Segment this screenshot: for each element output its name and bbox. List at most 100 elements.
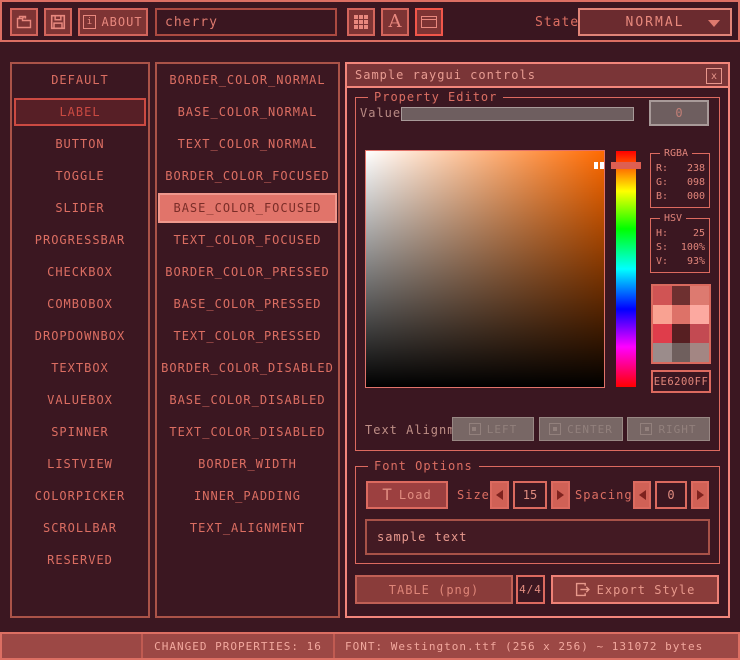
- property-item-border_color_normal[interactable]: BORDER_COLOR_NORMAL: [157, 64, 338, 96]
- color-swatch[interactable]: [672, 286, 691, 305]
- style-name-input[interactable]: [155, 8, 337, 36]
- load-font-button[interactable]: T Load: [366, 481, 448, 509]
- font-options-group: Font Options T Load Size: 15 Spacing: 0: [355, 466, 720, 564]
- color-swatch[interactable]: [653, 286, 672, 305]
- spacing-decrement-button[interactable]: [633, 481, 651, 509]
- align-right-button[interactable]: RIGHT: [627, 417, 710, 441]
- align-left-icon: [469, 423, 481, 435]
- value-box[interactable]: 0: [649, 100, 709, 126]
- arrow-left-icon: [639, 490, 646, 500]
- property-item-text_color_focused[interactable]: TEXT_COLOR_FOCUSED: [157, 224, 338, 256]
- property-item-text_alignment[interactable]: TEXT_ALIGNMENT: [157, 512, 338, 544]
- control-item-default[interactable]: DEFAULT: [12, 64, 148, 96]
- color-swatch[interactable]: [653, 305, 672, 324]
- align-right-icon: [640, 423, 652, 435]
- property-item-text_color_normal[interactable]: TEXT_COLOR_NORMAL: [157, 128, 338, 160]
- sample-text-input[interactable]: [365, 519, 710, 555]
- table-png-button[interactable]: TABLE (png): [355, 575, 513, 604]
- style-table-view-button[interactable]: [347, 8, 375, 36]
- color-swatch[interactable]: [653, 343, 672, 362]
- state-dropdown[interactable]: NORMAL: [578, 8, 732, 36]
- info-icon: i: [83, 15, 96, 29]
- sample-controls-window: Sample raygui controls x Property Editor…: [345, 62, 730, 618]
- color-swatch[interactable]: [672, 324, 691, 343]
- toolbar: i ABOUT A State: NORMAL: [0, 0, 740, 42]
- export-style-button[interactable]: Export Style: [551, 575, 719, 604]
- control-item-label[interactable]: LABEL: [14, 98, 146, 126]
- font-view-button[interactable]: A: [381, 8, 409, 36]
- spacing-label: Spacing:: [575, 488, 641, 502]
- arrow-right-icon: [697, 490, 704, 500]
- size-increment-button[interactable]: [551, 481, 570, 509]
- control-item-textbox[interactable]: TEXTBOX: [12, 352, 148, 384]
- rgba-b-row: B:000: [656, 191, 705, 202]
- about-button[interactable]: i ABOUT: [78, 8, 148, 36]
- chevron-down-icon: [708, 20, 720, 27]
- property-item-text_color_pressed[interactable]: TEXT_COLOR_PRESSED: [157, 320, 338, 352]
- color-swatch[interactable]: [653, 324, 672, 343]
- color-swatch[interactable]: [672, 305, 691, 324]
- save-style-button[interactable]: [44, 8, 72, 36]
- control-item-reserved[interactable]: RESERVED: [12, 544, 148, 576]
- arrow-right-icon: [557, 490, 564, 500]
- hsv-group: HSV H:25 S:100% V:93%: [650, 218, 710, 273]
- align-left-button[interactable]: LEFT: [452, 417, 534, 441]
- control-item-progressbar[interactable]: PROGRESSBAR: [12, 224, 148, 256]
- hex-color-box[interactable]: EE6200FF: [651, 370, 711, 393]
- control-item-spinner[interactable]: SPINNER: [12, 416, 148, 448]
- sample-window-title: Sample raygui controls: [355, 68, 536, 82]
- status-bar: CHANGED PROPERTIES: 16 FONT: Westington.…: [0, 632, 740, 660]
- value-slider[interactable]: [401, 107, 634, 121]
- property-item-base_color_focused[interactable]: BASE_COLOR_FOCUSED: [158, 193, 337, 223]
- color-picker-cursor[interactable]: [594, 162, 598, 169]
- font-options-group-label: Font Options: [368, 459, 479, 473]
- control-item-toggle[interactable]: TOGGLE: [12, 160, 148, 192]
- property-item-text_color_disabled[interactable]: TEXT_COLOR_DISABLED: [157, 416, 338, 448]
- color-picker-panel[interactable]: [365, 150, 605, 388]
- rgba-group-label: RGBA: [660, 148, 692, 159]
- table-pages-indicator[interactable]: 4/4: [516, 575, 545, 604]
- hue-bar-cursor[interactable]: [611, 162, 641, 169]
- property-editor-group-label: Property Editor: [368, 90, 503, 104]
- property-editor-group: Property Editor Value: 0 RGBA R:238 G:09…: [355, 97, 720, 451]
- status-section-empty: [2, 634, 143, 658]
- color-swatch[interactable]: [672, 343, 691, 362]
- rguistyler-app: { "toolbar": { "about_label": "ABOUT", "…: [0, 0, 740, 660]
- control-item-valuebox[interactable]: VALUEBOX: [12, 384, 148, 416]
- about-button-label: ABOUT: [101, 15, 142, 29]
- color-swatch[interactable]: [690, 324, 709, 343]
- sample-window-toggle-button[interactable]: [415, 8, 443, 36]
- color-swatch[interactable]: [690, 343, 709, 362]
- spacing-increment-button[interactable]: [691, 481, 709, 509]
- close-icon[interactable]: x: [706, 68, 722, 84]
- control-item-scrollbar[interactable]: SCROLLBAR: [12, 512, 148, 544]
- control-item-combobox[interactable]: COMBOBOX: [12, 288, 148, 320]
- control-item-listview[interactable]: LISTVIEW: [12, 448, 148, 480]
- arrow-left-icon: [496, 490, 503, 500]
- property-item-base_color_normal[interactable]: BASE_COLOR_NORMAL: [157, 96, 338, 128]
- property-item-inner_padding[interactable]: INNER_PADDING: [157, 480, 338, 512]
- sample-window-titlebar[interactable]: Sample raygui controls: [347, 64, 728, 88]
- size-value-box[interactable]: 15: [513, 481, 547, 509]
- color-swatch[interactable]: [690, 305, 709, 324]
- hue-bar[interactable]: [615, 150, 637, 388]
- state-dropdown-value: NORMAL: [626, 15, 685, 30]
- property-item-base_color_pressed[interactable]: BASE_COLOR_PRESSED: [157, 288, 338, 320]
- control-item-dropdownbox[interactable]: DROPDOWNBOX: [12, 320, 148, 352]
- color-swatch[interactable]: [690, 286, 709, 305]
- size-decrement-button[interactable]: [490, 481, 509, 509]
- property-item-border_color_pressed[interactable]: BORDER_COLOR_PRESSED: [157, 256, 338, 288]
- control-item-slider[interactable]: SLIDER: [12, 192, 148, 224]
- open-style-button[interactable]: [10, 8, 38, 36]
- spacing-value-box[interactable]: 0: [655, 481, 687, 509]
- property-item-border_width[interactable]: BORDER_WIDTH: [157, 448, 338, 480]
- control-item-colorpicker[interactable]: COLORPICKER: [12, 480, 148, 512]
- property-item-border_color_disabled[interactable]: BORDER_COLOR_DISABLED: [157, 352, 338, 384]
- align-center-button[interactable]: CENTER: [539, 417, 623, 441]
- window-icon: [421, 16, 437, 28]
- property-item-base_color_disabled[interactable]: BASE_COLOR_DISABLED: [157, 384, 338, 416]
- control-item-button[interactable]: BUTTON: [12, 128, 148, 160]
- color-picker-cursor[interactable]: [600, 162, 604, 169]
- property-item-border_color_focused[interactable]: BORDER_COLOR_FOCUSED: [157, 160, 338, 192]
- control-item-checkbox[interactable]: CHECKBOX: [12, 256, 148, 288]
